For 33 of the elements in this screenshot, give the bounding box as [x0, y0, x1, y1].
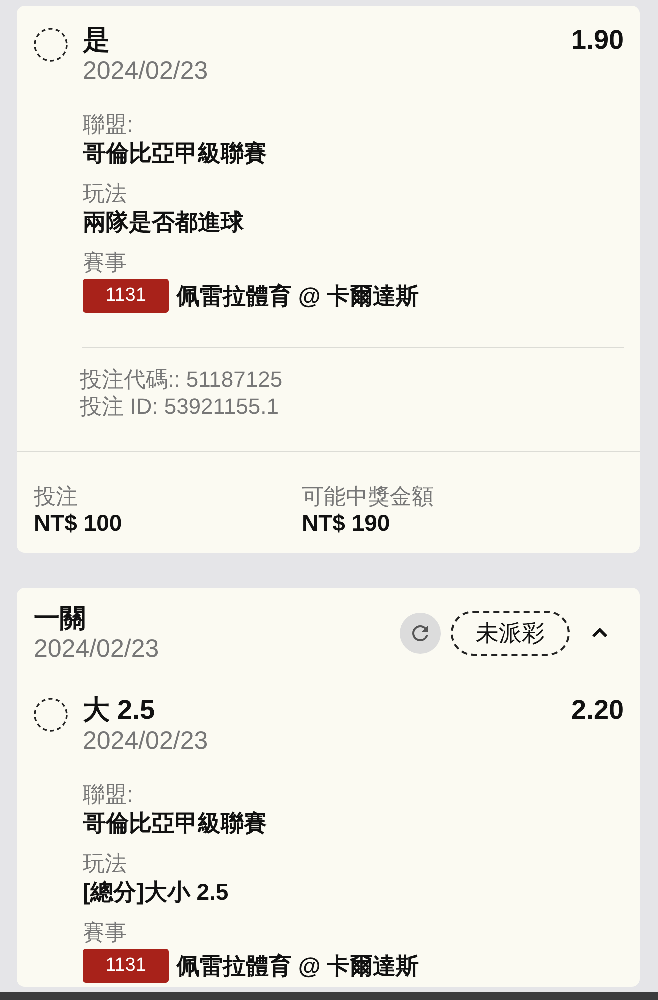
field-label: 賽事: [83, 249, 127, 277]
field-label: 玩法: [83, 180, 127, 208]
match-number-badge: 1131: [83, 949, 169, 983]
selection-date: 2024/02/23: [83, 726, 208, 756]
field-label: 玩法: [83, 850, 127, 878]
chevron-up-icon[interactable]: [592, 626, 608, 640]
bet-title: 一關: [34, 602, 86, 634]
field-label: 聯盟:: [83, 781, 134, 809]
match-number-badge: 1131: [83, 279, 169, 313]
total-amount: NT$ 190: [302, 510, 390, 537]
total-amount: NT$ 100: [34, 510, 122, 537]
dashed-circle-icon: [34, 28, 68, 62]
field-value: 兩隊是否都進球: [83, 208, 244, 237]
match-teams: 佩雷拉體育 @ 卡爾達斯: [177, 952, 420, 980]
dashed-circle-icon: [34, 698, 68, 732]
field-label: 聯盟:: [83, 111, 134, 139]
field-value: 哥倫比亞甲級聯賽: [83, 139, 267, 168]
bet-reference: 投注 ID: 53921155.1: [80, 393, 279, 420]
field-value: 哥倫比亞甲級聯賽: [83, 809, 267, 838]
selection-name: 大 2.5: [83, 694, 156, 726]
bet-reference: 投注代碼:: 51187125: [80, 366, 283, 393]
total-label: 可能中獎金額: [302, 483, 434, 510]
selection-date: 2024/02/23: [83, 56, 208, 86]
refresh-icon[interactable]: [400, 612, 441, 654]
match-teams: 佩雷拉體育 @ 卡爾達斯: [177, 282, 420, 310]
selection-name: 是: [83, 24, 110, 56]
field-label: 賽事: [83, 919, 127, 947]
status-tag: 未派彩: [451, 610, 570, 656]
total-label: 投注: [34, 483, 78, 510]
odds-value: 1.90: [571, 24, 624, 56]
bet-date: 2024/02/23: [34, 634, 160, 664]
field-value: [總分]大小 2.5: [83, 878, 229, 907]
odds-value: 2.20: [571, 694, 624, 726]
